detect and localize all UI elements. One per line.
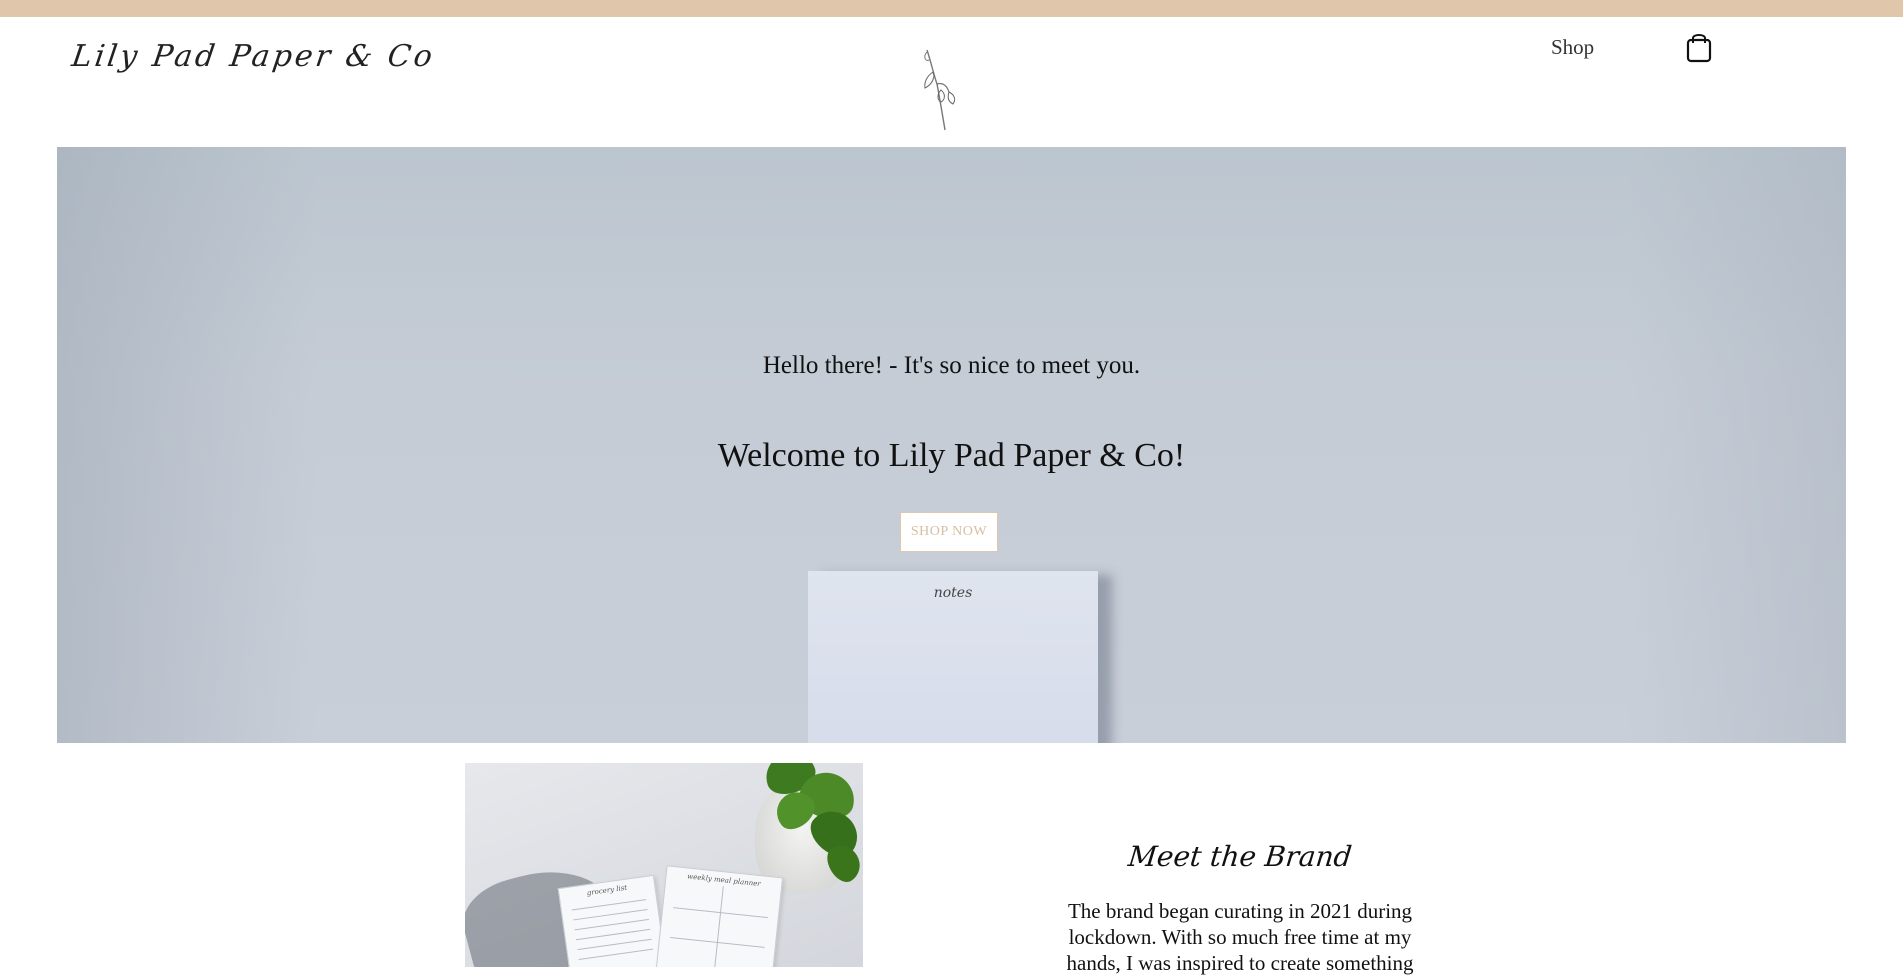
site-header: Lily Pad Paper & Co Shop [0, 17, 1903, 147]
notepad-image: notes [808, 571, 1098, 743]
hero-greeting: Hello there! - It's so nice to meet you. [57, 352, 1846, 380]
nav-shop-link[interactable]: Shop [1551, 35, 1594, 60]
shopping-bag-icon[interactable] [1686, 31, 1712, 63]
card-line [579, 949, 653, 960]
meet-the-brand-title: Meet the Brand [1038, 840, 1441, 873]
brand-photo: grocery list weekly meal planner [465, 763, 863, 967]
hero-banner: Hello there! - It's so nice to meet you.… [57, 147, 1846, 743]
announcement-strip [0, 0, 1903, 17]
card-line [573, 909, 647, 920]
meet-the-brand-text: The brand began curating in 2021 during … [1040, 898, 1440, 976]
card-grid-divider [712, 886, 723, 967]
card-line [577, 939, 651, 950]
card-line [575, 919, 649, 930]
grocery-list-card: grocery list [558, 875, 670, 967]
card-line [572, 899, 646, 910]
shop-now-button[interactable]: SHOP NOW [900, 512, 998, 552]
notepad-label: notes [808, 585, 1098, 601]
meal-planner-card: weekly meal planner [654, 865, 783, 967]
site-logo[interactable]: Lily Pad Paper & Co [70, 39, 438, 74]
card-line [576, 929, 650, 940]
flower-sketch-icon [915, 42, 965, 132]
hero-title: Welcome to Lily Pad Paper & Co! [57, 437, 1846, 475]
